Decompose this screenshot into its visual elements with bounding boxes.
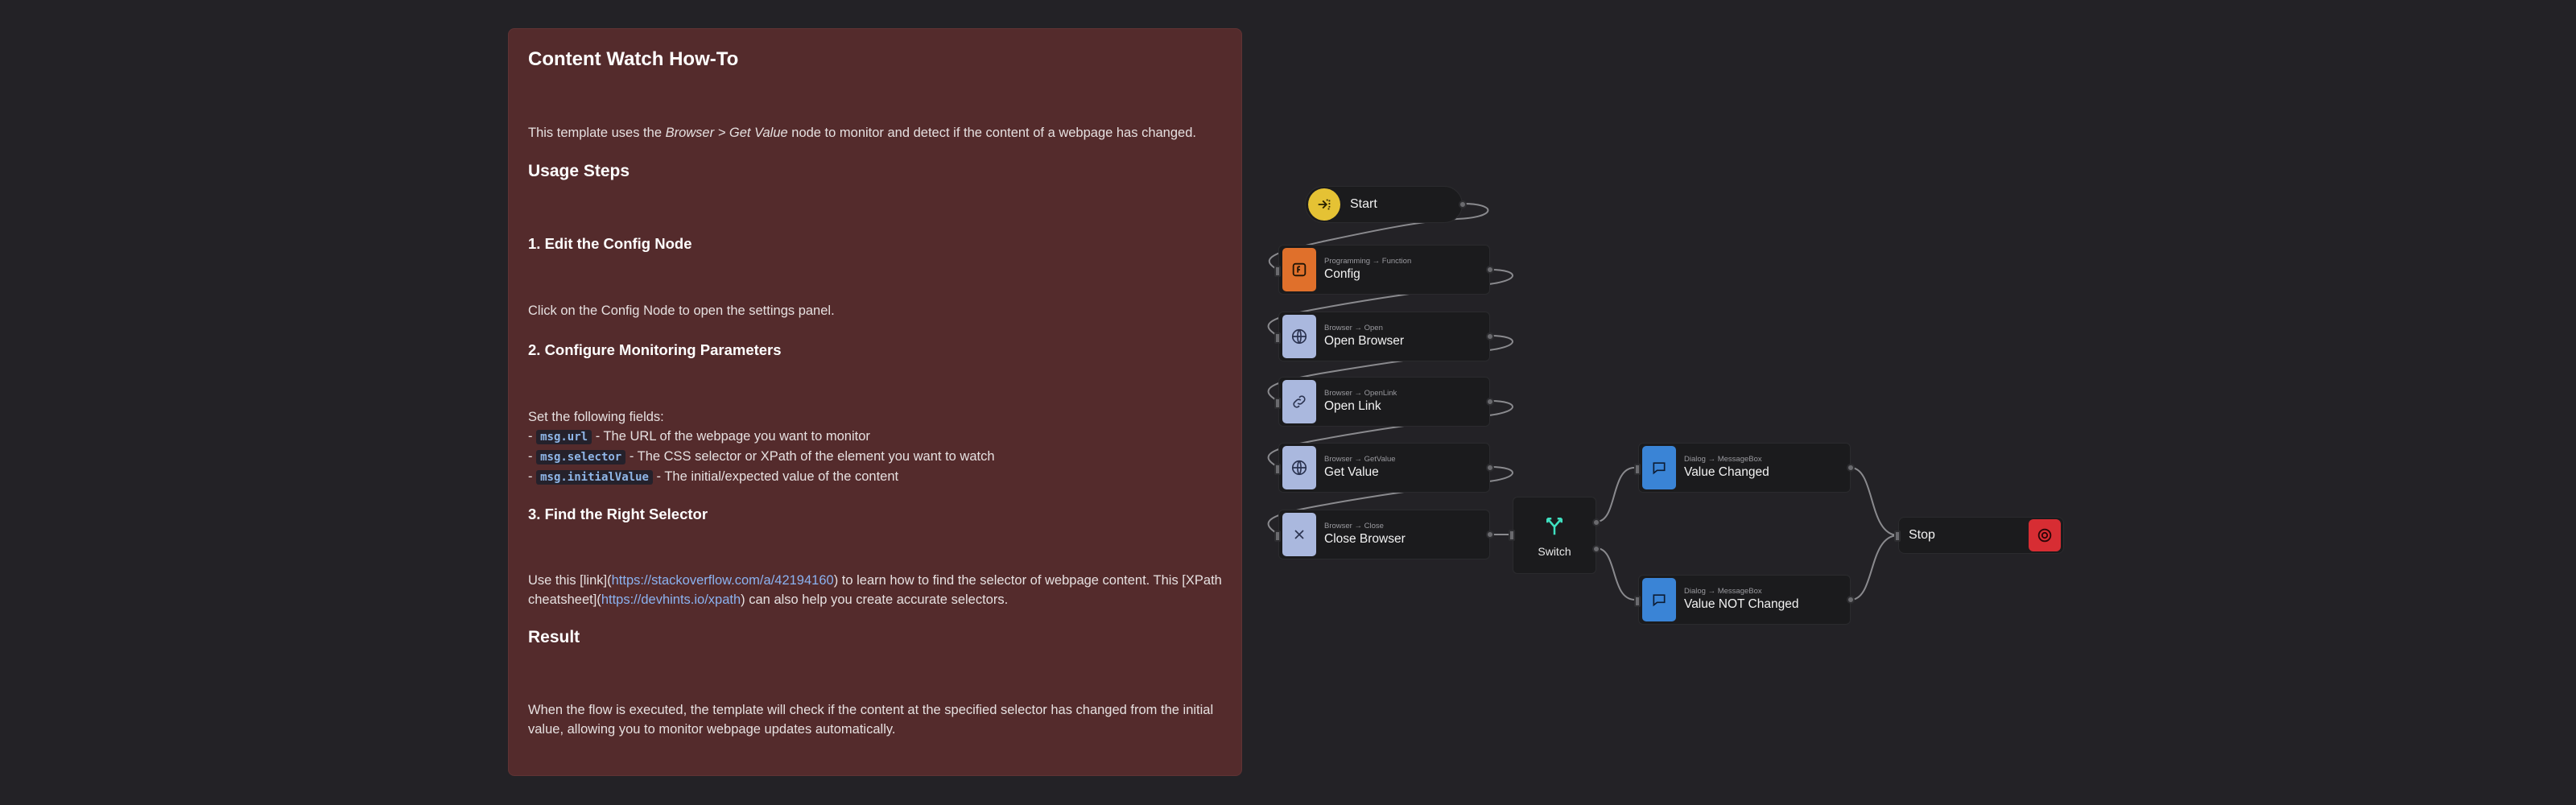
globe-icon — [1282, 315, 1316, 358]
input-port[interactable] — [1274, 332, 1281, 344]
get-value-node[interactable]: Browser → GetValue Get Value — [1274, 443, 1494, 493]
message-icon — [1642, 446, 1676, 489]
wire-switch-valuenotchanged — [1596, 547, 1636, 601]
link-icon — [1282, 380, 1316, 423]
globe-icon — [1282, 446, 1316, 489]
output-port[interactable] — [1486, 464, 1494, 472]
node-title: Value NOT Changed — [1684, 597, 1799, 611]
open-browser-node[interactable]: Browser → Open Open Browser — [1274, 312, 1494, 361]
field-line: - msg.initialValue - The initial/expecte… — [528, 469, 899, 485]
wire-valuechanged-stop — [1850, 467, 1899, 536]
step2-heading: 2. Configure Monitoring Parameters — [528, 341, 782, 358]
note-intro: This template uses the Browser > Get Val… — [528, 126, 1196, 140]
stop-target-icon — [2029, 519, 2061, 551]
step3-text: Use this [link](https://stackoverflow.co… — [528, 573, 1222, 607]
node-title: Value Changed — [1684, 465, 1769, 479]
field-code: msg.initialValue — [536, 470, 653, 485]
value-not-changed-node[interactable]: Dialog → MessageBox Value NOT Changed — [1634, 575, 1855, 625]
config-node[interactable]: Programming → Function Config — [1274, 245, 1494, 295]
output-port[interactable] — [1459, 200, 1467, 208]
start-node[interactable]: Start — [1305, 186, 1467, 223]
output-port[interactable] — [1486, 332, 1494, 341]
result-text: When the flow is executed, the template … — [528, 703, 1214, 737]
output-port[interactable] — [1847, 464, 1855, 472]
wire-valuenotchanged-stop — [1850, 535, 1899, 601]
step1-text: Click on the Config Node to open the set… — [528, 303, 835, 318]
close-browser-node[interactable]: Browser → Close Close Browser — [1274, 510, 1494, 559]
input-port[interactable] — [1274, 530, 1281, 542]
output-port-false[interactable] — [1592, 545, 1600, 553]
node-title: Switch — [1538, 544, 1571, 558]
node-title: Open Link — [1324, 399, 1381, 413]
result-heading: Result — [528, 628, 580, 646]
input-port[interactable] — [1274, 464, 1281, 475]
message-icon — [1642, 578, 1676, 621]
node-category: Dialog → MessageBox — [1684, 587, 1762, 596]
node-category: Programming → Function — [1324, 257, 1412, 266]
output-port[interactable] — [1847, 596, 1855, 604]
note-panel[interactable]: Content Watch How-To This template uses … — [508, 28, 1242, 776]
node-category: Browser → GetValue — [1324, 455, 1396, 464]
input-port[interactable] — [1509, 530, 1515, 541]
output-port-true[interactable] — [1592, 518, 1600, 526]
wire-switch-valuechanged — [1596, 466, 1636, 522]
step3-heading: 3. Find the Right Selector — [528, 506, 708, 522]
output-port[interactable] — [1486, 530, 1494, 539]
output-port[interactable] — [1486, 266, 1494, 274]
node-category: Browser → Open — [1324, 324, 1383, 332]
step2-body: Set the following fields: - msg.url - Th… — [528, 407, 1222, 487]
input-port[interactable] — [1894, 530, 1901, 542]
node-title: Stop — [1909, 528, 1935, 542]
xpath-cheatsheet-link[interactable]: https://devhints.io/xpath — [601, 592, 741, 607]
step2-text: Set the following fields: — [528, 410, 664, 424]
stackoverflow-link[interactable]: https://stackoverflow.com/a/42194160 — [612, 573, 834, 588]
field-code: msg.selector — [536, 450, 626, 464]
switch-branch-icon — [1542, 514, 1567, 542]
start-arrow-icon — [1308, 188, 1340, 221]
open-link-node[interactable]: Browser → OpenLink Open Link — [1274, 377, 1494, 427]
node-category: Dialog → MessageBox — [1684, 455, 1762, 464]
node-category: Browser → OpenLink — [1324, 389, 1397, 398]
field-line: - msg.url - The URL of the webpage you w… — [528, 429, 870, 444]
usage-heading: Usage Steps — [528, 162, 630, 180]
function-icon — [1282, 248, 1316, 291]
node-title: Close Browser — [1324, 532, 1406, 546]
switch-node[interactable]: Switch — [1509, 497, 1600, 574]
close-icon — [1282, 513, 1316, 556]
output-port[interactable] — [1486, 398, 1494, 406]
input-port[interactable] — [1274, 266, 1281, 277]
value-changed-node[interactable]: Dialog → MessageBox Value Changed — [1634, 443, 1855, 493]
input-port[interactable] — [1634, 464, 1641, 475]
field-code: msg.url — [536, 430, 592, 444]
node-title: Open Browser — [1324, 334, 1405, 348]
stop-node[interactable]: Stop — [1894, 517, 2064, 554]
node-title: Get Value — [1324, 465, 1379, 479]
node-category: Browser → Close — [1324, 522, 1384, 530]
node-title: Start — [1350, 197, 1377, 211]
note-title: Content Watch How-To — [528, 48, 739, 70]
field-line: - msg.selector - The CSS selector or XPa… — [528, 449, 995, 464]
input-port[interactable] — [1274, 398, 1281, 409]
node-title: Config — [1324, 267, 1360, 281]
input-port[interactable] — [1634, 596, 1641, 607]
step1-heading: 1. Edit the Config Node — [528, 235, 692, 252]
